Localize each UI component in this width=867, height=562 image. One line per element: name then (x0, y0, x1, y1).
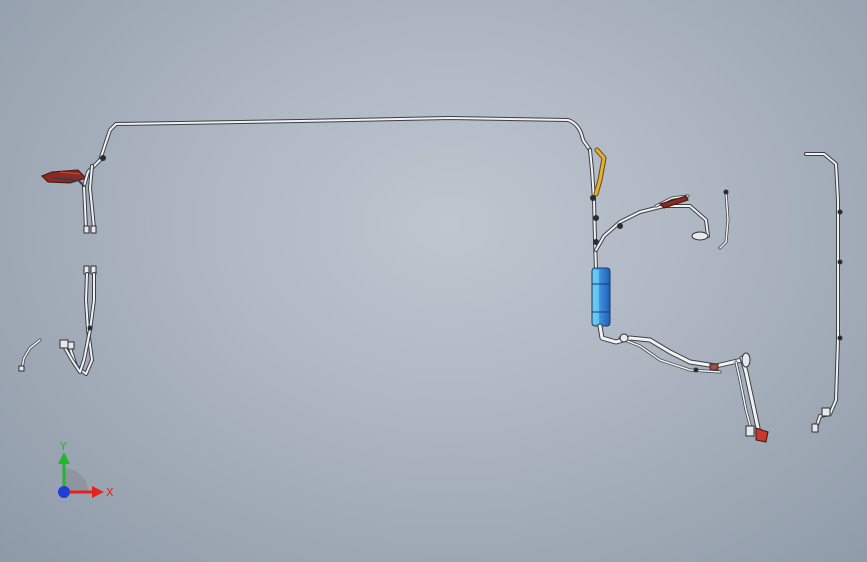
lower-left-hose-group[interactable] (59, 265, 97, 376)
filter-drop-assembly[interactable] (588, 147, 745, 374)
x-axis-arrowhead (92, 486, 104, 498)
small-vertical-tube[interactable] (718, 189, 730, 250)
y-axis-arrowhead (58, 452, 70, 464)
far-right-tube[interactable] (804, 152, 843, 433)
orientation-triad[interactable]: Y X (44, 440, 124, 510)
main-pipe-run[interactable] (98, 116, 592, 162)
upper-right-branch[interactable] (594, 194, 710, 252)
x-axis-label: X (106, 486, 114, 499)
z-axis-dot (58, 486, 70, 498)
left-bracket-assembly[interactable] (41, 155, 106, 234)
right-lower-branch[interactable] (734, 352, 769, 443)
graphics-viewport[interactable]: Y X (0, 0, 867, 562)
y-axis-label: Y (59, 440, 67, 453)
hydraulic-line-assembly-model[interactable] (0, 0, 867, 562)
small-bent-tube-left[interactable] (18, 338, 42, 372)
